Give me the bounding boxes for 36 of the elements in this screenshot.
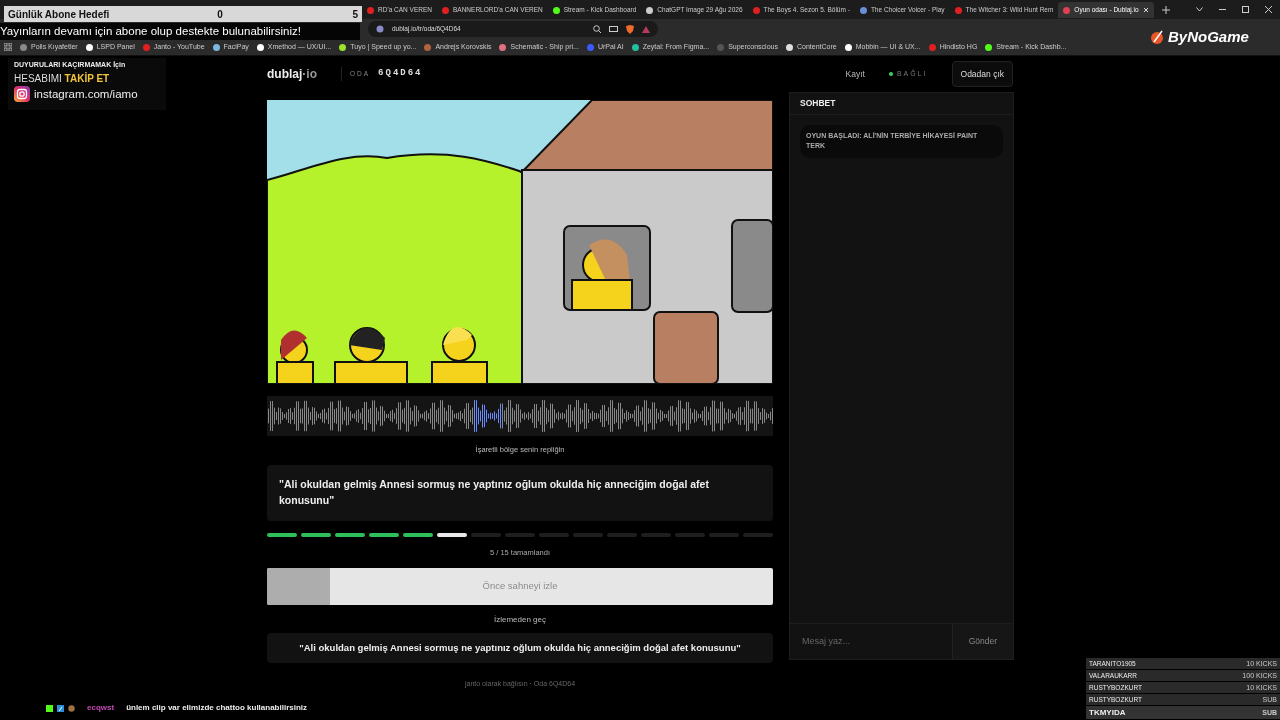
event-name: TKMYIDA (1089, 706, 1126, 719)
new-tab-icon[interactable] (1161, 6, 1170, 14)
hammer-badge-icon (57, 704, 64, 712)
site-info-icon (376, 25, 384, 33)
chat-username: ecqwst (87, 702, 115, 714)
pen-circle-icon (1150, 30, 1164, 45)
leave-room-button[interactable]: Odadan çık (951, 60, 1013, 88)
zoom-icon[interactable] (593, 25, 601, 33)
goal-label: Günlük Abone Hedefi (8, 7, 110, 22)
cast-icon[interactable] (609, 25, 618, 33)
close-icon[interactable] (1142, 7, 1149, 13)
apps-grid-icon[interactable] (4, 43, 12, 51)
goal-target: 5 (352, 7, 358, 22)
triangle-icon[interactable] (642, 25, 650, 33)
skip-link[interactable]: İzlemeden geç (488, 613, 552, 627)
follow-text: HESABIMI TAKİP ET (14, 71, 111, 86)
subscribe-notice: Yayınların devamı için abone olup destekte bulunabilirsiniz! (0, 23, 360, 40)
social-handle: instagram.com/iamo (34, 86, 138, 102)
brand-logo: ByNoGame (1150, 26, 1249, 49)
shield-icon[interactable] (626, 24, 634, 34)
badge-icon (46, 704, 53, 712)
room-code: 6Q4D64 (378, 67, 423, 81)
close-icon[interactable] (1265, 5, 1272, 13)
chevron-down-icon[interactable] (1196, 6, 1203, 12)
send-button[interactable]: Gönder (951, 624, 1013, 659)
emoji-badge-icon (68, 704, 75, 712)
register-link[interactable]: Kayıt (845, 67, 865, 81)
subtitle-text: "Ali okuldan gelmiş Annesi sormuş ne yaptınız oğlum okulda hiç anneciğim doğal afet konusunu" (267, 633, 773, 664)
line-text: "Ali okuldan gelmiş Annesi sormuş ne yaptınız oğlum okulda hiç anneciğim doğal afet konusunu" (267, 465, 773, 521)
camera-icon (14, 86, 30, 103)
chat-line-text: ünlem clip var elimizde chattoo kullanabilirsiniz (126, 702, 308, 714)
app-logo[interactable]: dublaj·io (267, 65, 317, 83)
chat-title: SOHBET (790, 93, 1013, 115)
message-input-field[interactable]: Mesaj yaz... (790, 624, 940, 659)
goal-current: 0 (217, 7, 223, 22)
maximize-icon[interactable] (1242, 5, 1249, 13)
